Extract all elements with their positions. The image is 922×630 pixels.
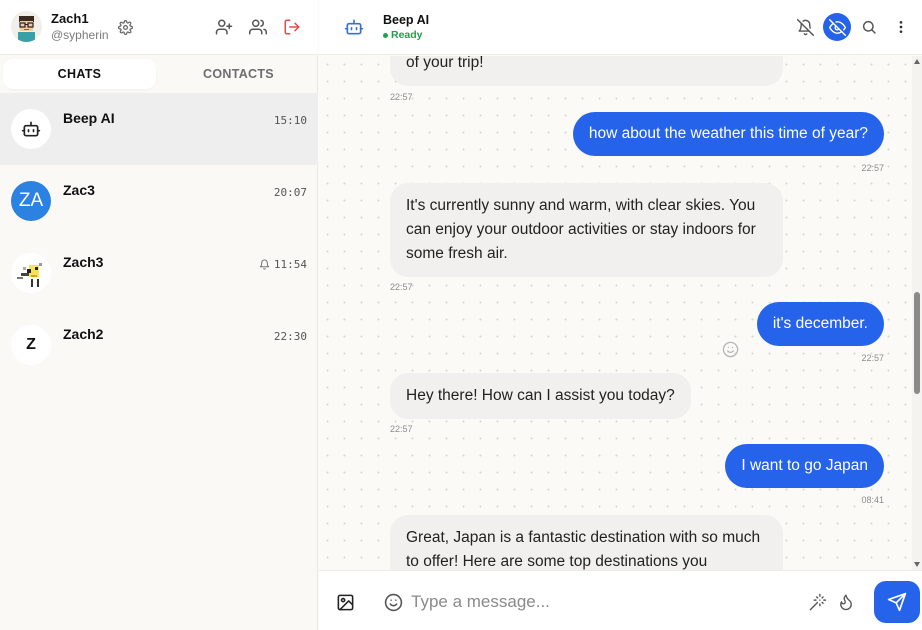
avatar (11, 109, 51, 149)
user-header: Zach1 @sypherin (0, 0, 318, 55)
eye-off-icon[interactable] (823, 13, 851, 41)
incoming-message: Great, Japan is a fantastic destination … (390, 515, 783, 570)
pixel-art-avatar (11, 253, 51, 293)
message-time: 22:57 (390, 282, 413, 292)
sidebar-tabs: CHATS CONTACTS (3, 59, 315, 89)
user-avatar[interactable] (11, 11, 42, 42)
chat-time: 11:54 (259, 258, 307, 271)
search-icon[interactable] (855, 13, 883, 41)
scrollbar[interactable] (912, 56, 922, 570)
chat-time: 22:30 (274, 330, 307, 343)
tab-chats[interactable]: CHATS (3, 59, 156, 89)
chat-item-beep-ai[interactable]: Beep AI 15:10 (0, 93, 318, 165)
message-time: 08:41 (861, 495, 884, 505)
chat-name: Zach3 (63, 254, 104, 270)
incoming-message: Hey there! How can I assist you today? (390, 373, 691, 419)
users-icon[interactable] (247, 16, 269, 38)
scroll-thumb[interactable] (914, 292, 920, 394)
outgoing-message: it's december. (756, 302, 884, 346)
chat-header: Beep AI Ready (319, 0, 922, 55)
message-time: 22:57 (390, 92, 413, 102)
chat-item-zach3[interactable]: Zach3 11:54 (0, 237, 318, 309)
chat-time-text: 11:54 (273, 258, 307, 271)
status-dot (383, 32, 388, 38)
magic-wand-icon[interactable] (808, 593, 827, 612)
message-time: 22:57 (861, 353, 884, 363)
message-input[interactable] (411, 589, 791, 615)
add-user-icon[interactable] (213, 16, 235, 38)
send-button[interactable] (874, 581, 920, 623)
chat-time: 15:10 (274, 114, 307, 127)
incoming-message: It's currently sunny and warm, with clea… (390, 183, 783, 277)
settings-icon[interactable] (114, 16, 136, 38)
image-icon[interactable] (336, 593, 355, 612)
user-handle: @sypherin (51, 28, 109, 42)
flame-icon[interactable] (837, 593, 855, 611)
avatar: ZA (11, 181, 51, 221)
message-time: 22:57 (390, 424, 413, 434)
outgoing-message: how about the weather this time of year? (572, 112, 884, 156)
chat-time-text: 22:30 (273, 330, 307, 343)
message-composer (319, 570, 922, 630)
chat-time-text: 15:10 (273, 114, 307, 127)
status-text: Ready (391, 29, 423, 41)
bot-icon (344, 17, 364, 37)
logout-icon[interactable] (281, 16, 303, 38)
sidebar: Zach1 @sypherin CHATS CONTACTS Beep AI 1… (0, 0, 318, 630)
conversation-status: Ready (383, 29, 423, 41)
scroll-up-arrow[interactable] (914, 59, 920, 64)
avatar-initials: ZA (18, 190, 44, 211)
outgoing-message: I want to go Japan (725, 444, 884, 488)
chat-name: Zach2 (63, 326, 104, 342)
chat-name: Zac3 (63, 182, 95, 198)
bell-off-icon[interactable] (791, 13, 819, 41)
chat-item-zach2[interactable]: Z Zach2 22:30 (0, 309, 318, 381)
emoji-icon[interactable] (384, 593, 403, 612)
chat-name: Beep AI (63, 110, 115, 126)
send-icon (887, 592, 907, 612)
chat-item-zac3[interactable]: ZA Zac3 20:07 (0, 165, 318, 237)
bot-icon (21, 121, 41, 137)
message-time: 22:57 (861, 163, 884, 173)
chat-time: 20:07 (274, 186, 307, 199)
tab-contacts[interactable]: CONTACTS (162, 59, 315, 89)
avatar (11, 253, 51, 293)
conversation-title: Beep AI (383, 13, 430, 27)
react-emoji-icon[interactable] (722, 341, 739, 358)
incoming-message: of your trip! (390, 56, 783, 86)
avatar: Z (11, 325, 51, 365)
avatar-initials: Z (26, 336, 36, 353)
message-list[interactable]: of your trip! 22:57 how about the weathe… (319, 56, 912, 570)
user-name: Zach1 (51, 11, 89, 26)
scroll-down-arrow[interactable] (914, 562, 920, 567)
bell-icon (259, 259, 269, 270)
chat-time-text: 20:07 (273, 186, 307, 199)
more-vertical-icon[interactable] (887, 13, 915, 41)
